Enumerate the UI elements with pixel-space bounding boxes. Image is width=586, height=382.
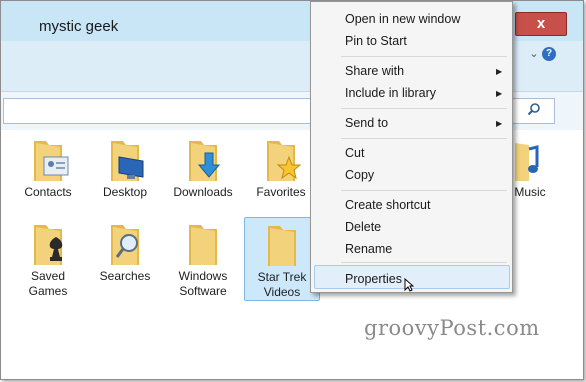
folder-label: Favorites [256,185,306,199]
search-icon[interactable] [527,102,541,116]
folder-label: Searches [99,269,151,283]
submenu-arrow-icon: ▶ [496,89,503,98]
submenu-arrow-icon: ▶ [496,67,503,76]
menu-separator [341,138,507,139]
menu-item-delete[interactable]: Delete [345,220,381,234]
folder-favorites[interactable]: Favorites [244,135,318,200]
menu-item-create-shortcut[interactable]: Create shortcut [345,198,430,212]
menu-item-share-with[interactable]: Share with [345,64,404,78]
menu-item-properties[interactable]: Properties [345,272,402,286]
menu-separator [341,56,507,57]
menu-item-rename[interactable]: Rename [345,242,392,256]
submenu-arrow-icon: ▶ [496,119,503,128]
music-folder-icon [515,143,539,181]
mouse-cursor-icon [404,278,414,292]
menu-item-cut[interactable]: Cut [345,146,364,160]
contacts-folder-icon [34,141,69,181]
downloads-folder-icon [189,141,221,181]
folder-label: Downloads [173,185,233,199]
folder-label: Star Trek Videos [257,270,307,299]
searches-folder-icon [111,225,139,265]
folder-icon [189,225,217,265]
ribbon-expand-chevron-icon[interactable]: ⌄ [527,47,541,61]
context-menu: Open in new window Pin to Start Share wi… [310,1,513,293]
folder-contacts[interactable]: Contacts [11,135,85,200]
menu-item-open-new-window[interactable]: Open in new window [345,12,460,26]
menu-item-include-in-library[interactable]: Include in library [345,86,436,100]
folder-saved-games[interactable]: Saved Games [11,219,85,299]
desktop-folder-icon [111,141,144,181]
menu-item-copy[interactable]: Copy [345,168,374,182]
watermark-text: groovyPost.com [364,316,540,340]
folder-searches[interactable]: Searches [88,219,162,284]
menu-separator [341,108,507,109]
folder-label: Windows Software [178,269,228,298]
menu-item-send-to[interactable]: Send to [345,116,388,130]
menu-separator [341,190,507,191]
folder-star-trek-videos[interactable]: Star Trek Videos [244,217,320,301]
folder-label: Desktop [102,185,148,199]
close-button[interactable]: x [515,12,567,36]
folder-label: Contacts [24,185,72,199]
folder-icon [268,226,296,266]
saved-games-folder-icon [34,225,63,265]
folder-desktop[interactable]: Desktop [88,135,162,200]
folder-label: Saved Games [28,269,68,298]
favorites-folder-icon [267,141,302,181]
folder-downloads[interactable]: Downloads [166,135,240,200]
window-title: mystic geek [39,18,119,35]
menu-item-pin-to-start[interactable]: Pin to Start [345,34,407,48]
help-icon[interactable]: ? [542,47,556,61]
menu-separator [341,262,507,263]
folder-windows-software[interactable]: Windows Software [166,219,240,299]
